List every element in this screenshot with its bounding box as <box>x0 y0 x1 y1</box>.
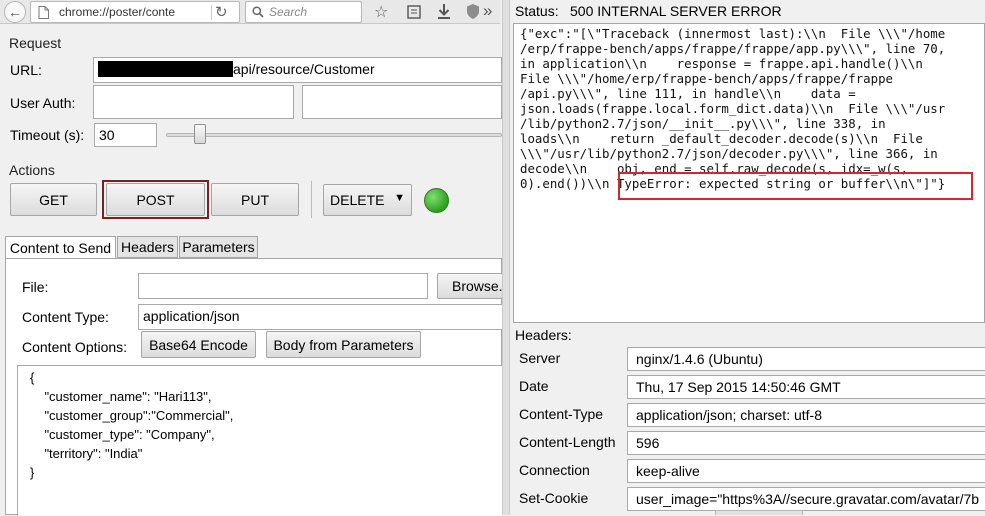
browser-toolbar: ← chrome://poster/conte ↻ Search ☆ » <box>0 0 500 24</box>
download-icon[interactable] <box>436 3 452 20</box>
headers-section-label: Headers: <box>515 327 572 343</box>
back-arrow-icon: ← <box>8 4 22 20</box>
actions-section-label: Actions <box>9 162 55 178</box>
status-value: 500 INTERNAL SERVER ERROR <box>570 3 782 19</box>
response-line: loads\\n return _default_decoder.decode(… <box>520 131 923 146</box>
page-icon <box>38 6 49 19</box>
header-value[interactable]: user_image="https%3A//secure.gravatar.co… <box>627 487 985 511</box>
post-button[interactable]: POST <box>106 183 205 216</box>
panel-splitter[interactable] <box>502 0 510 515</box>
search-placeholder: Search <box>269 5 308 19</box>
body-line: "customer_type": "Company", <box>30 427 215 442</box>
response-panel: Status: 500 INTERNAL SERVER ERROR {"exc"… <box>510 0 985 515</box>
content-options-label: Content Options: <box>22 339 128 355</box>
response-line: {"exc":"[\"Traceback (innermost last):\\… <box>520 26 946 41</box>
header-name: Content-Length <box>519 434 616 450</box>
method-select-value: DELETE <box>330 192 385 208</box>
body-textarea[interactable]: { "customer_name": "Hari113", "customer_… <box>17 365 503 516</box>
header-name: Set-Cookie <box>519 490 589 506</box>
reload-icon[interactable]: ↻ <box>215 3 228 21</box>
error-highlight-box <box>618 172 973 200</box>
auth-username-input[interactable] <box>93 85 294 119</box>
response-line: File \\\"/home/erp/frappe-bench/apps/fra… <box>520 71 893 86</box>
content-to-send-panel: File: Browse... Content Type: applicatio… <box>5 258 503 516</box>
header-name: Date <box>519 378 549 394</box>
actions-divider <box>311 181 312 218</box>
response-line: /lib/python2.7/json/__init__.py\\\", lin… <box>520 116 886 131</box>
browse-button[interactable]: Browse... <box>437 273 503 299</box>
chevron-down-icon: ▼ <box>394 192 405 204</box>
bookmark-star-icon[interactable]: ☆ <box>374 2 388 22</box>
auth-password-input[interactable] <box>302 85 502 119</box>
request-section-label: Request <box>9 35 62 51</box>
address-divider <box>211 5 212 20</box>
method-select[interactable]: DELETE ▼ <box>323 184 412 216</box>
redacted-host <box>98 61 233 77</box>
request-panel: Request URL: api/resource/Customer User … <box>0 25 503 516</box>
status-light <box>424 188 449 213</box>
body-line: "customer_name": "Hari113", <box>30 389 212 404</box>
tab-headers[interactable]: Headers <box>117 236 178 258</box>
put-button[interactable]: PUT <box>211 183 299 216</box>
url-label: URL: <box>10 62 42 78</box>
body-from-parameters-button[interactable]: Body from Parameters <box>266 331 421 358</box>
tab-content-to-send[interactable]: Content to Send <box>5 236 116 259</box>
content-type-input[interactable]: application/json <box>138 304 503 330</box>
timeout-label: Timeout (s): <box>10 127 85 143</box>
status-label: Status: <box>515 3 559 19</box>
response-line: /erp/frappe-bench/apps/frappe/frappe/app… <box>520 41 946 56</box>
body-line: { <box>30 370 35 385</box>
timeout-input[interactable]: 30 <box>94 123 157 147</box>
header-name: Server <box>519 350 561 366</box>
scroll-handle[interactable] <box>715 510 803 515</box>
timeout-slider-track[interactable] <box>166 133 502 137</box>
response-line: json.loads(frappe.local.form_dict.data)\… <box>520 101 946 116</box>
shield-icon[interactable] <box>465 3 481 20</box>
response-line: \\\"/usr/lib/python2.7/json/decoder.py\\… <box>520 146 938 161</box>
base64-encode-button[interactable]: Base64 Encode <box>141 331 256 358</box>
body-line: } <box>30 465 35 480</box>
header-value[interactable]: Thu, 17 Sep 2015 14:50:46 GMT <box>627 375 985 399</box>
address-bar[interactable]: chrome://poster/conte ↻ <box>30 1 240 23</box>
header-value[interactable]: application/json; charset: utf-8 <box>627 403 985 427</box>
url-input[interactable]: api/resource/Customer <box>93 57 502 83</box>
file-path-input[interactable] <box>138 273 428 299</box>
header-value[interactable]: keep-alive <box>627 459 985 483</box>
back-button[interactable]: ← <box>4 1 26 23</box>
address-text: chrome://poster/conte <box>59 5 176 19</box>
body-line: "territory": "India" <box>30 446 143 461</box>
header-value[interactable]: nginx/1.4.6 (Ubuntu) <box>627 347 985 371</box>
search-box[interactable]: Search <box>245 1 362 23</box>
user-auth-label: User Auth: <box>10 95 76 111</box>
header-name: Content-Type <box>519 406 604 422</box>
file-label: File: <box>22 279 49 295</box>
timeout-slider-thumb[interactable] <box>194 124 206 144</box>
overflow-chevron-icon[interactable]: » <box>483 1 492 21</box>
header-name: Connection <box>519 462 590 478</box>
tab-parameters[interactable]: Parameters <box>179 236 258 258</box>
url-path: api/resource/Customer <box>233 61 375 77</box>
reading-list-icon[interactable] <box>406 4 422 20</box>
get-button[interactable]: GET <box>10 183 97 216</box>
response-line: /api.py\\\", line 111, in handle\\n data… <box>520 86 856 101</box>
content-type-label: Content Type: <box>22 309 109 325</box>
body-line: "customer_group":"Commercial", <box>30 408 234 423</box>
search-icon <box>252 6 264 18</box>
response-line: in application\\n response = frappe.api.… <box>520 56 923 71</box>
header-value[interactable]: 596 <box>627 431 985 455</box>
